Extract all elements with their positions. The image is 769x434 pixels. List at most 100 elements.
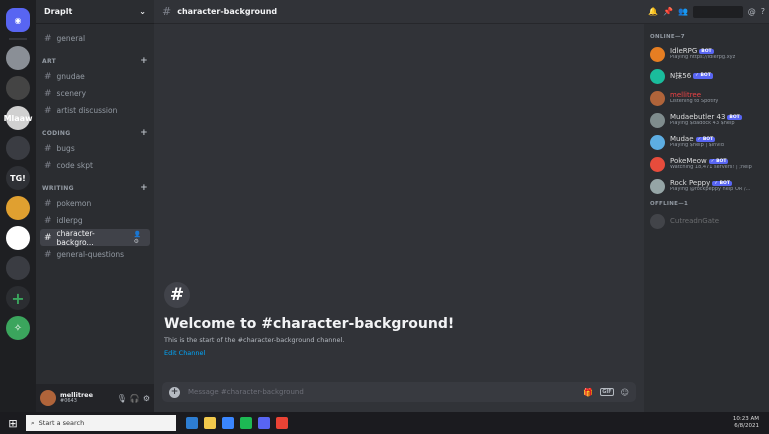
bot-badge: ✓ BOT: [712, 180, 732, 186]
channel-item[interactable]: # pokemon: [40, 195, 150, 212]
add-channel-icon[interactable]: +: [140, 56, 148, 66]
help-icon[interactable]: ?: [761, 7, 765, 16]
member-group-header: OFFLINE—1: [650, 201, 689, 207]
headphones-icon[interactable]: 🎧: [130, 394, 140, 403]
server-icon[interactable]: Mlaaw: [4, 106, 32, 130]
member-name-row: PokeMeow ✓ BOT: [670, 157, 752, 165]
pin-icon[interactable]: 📌: [663, 7, 673, 16]
member-item[interactable]: IdleRPG BOT Playing https://idlerpg.xyz: [648, 43, 765, 65]
hash-icon: #: [164, 282, 190, 308]
avatar: [650, 112, 665, 128]
guild-name: Draplt: [44, 7, 73, 16]
channel-item[interactable]: # bugs: [40, 140, 150, 157]
server-icon[interactable]: [6, 256, 30, 280]
members-icon[interactable]: 👥: [678, 7, 688, 16]
channel-name: gnudae: [56, 72, 85, 81]
category-header[interactable]: ART +: [42, 56, 148, 66]
message-list: # Welcome to #character-background! This…: [154, 24, 644, 382]
member-item[interactable]: CutreadnGate: [648, 210, 765, 232]
upload-plus-icon[interactable]: +: [169, 386, 180, 398]
discord-icon[interactable]: [258, 417, 270, 429]
microphone-icon[interactable]: 🎙: [117, 394, 127, 403]
message-input[interactable]: [188, 388, 576, 396]
server-icon[interactable]: [6, 46, 30, 70]
channel-list: # general ART + # gnudae # scenery # artist discu…: [36, 24, 154, 384]
taskbar-search[interactable]: ⌕ Start a search: [26, 415, 176, 431]
member-item[interactable]: mellitree Listening to Spotify: [648, 87, 765, 109]
taskbar-search-label: Start a search: [38, 419, 85, 427]
gear-icon[interactable]: ⚙: [143, 394, 150, 403]
gift-icon[interactable]: 🎁: [583, 388, 593, 397]
channel-item[interactable]: # artist discussion: [40, 102, 150, 119]
system-tray-clock[interactable]: 10:23 AM 6/8/2021: [733, 416, 765, 429]
add-server-icon[interactable]: +: [6, 286, 30, 310]
chevron-down-icon[interactable]: ⌄: [139, 7, 146, 16]
channel-item[interactable]: # general: [40, 30, 150, 47]
channel-item[interactable]: # scenery: [40, 85, 150, 102]
rail-separator: [9, 38, 27, 40]
bot-badge: ✓ BOT: [695, 136, 716, 142]
invite-settings-icon[interactable]: 👤⚙: [134, 231, 146, 245]
member-info: CutreadnGate: [670, 217, 719, 225]
channel-header: # character-background: [154, 0, 644, 24]
server-icon[interactable]: [6, 76, 30, 100]
search-input[interactable]: [692, 5, 743, 18]
channel-item[interactable]: # general-questions: [40, 246, 150, 263]
member-list: ONLINE—7 IdleRPG BOT Playing https://idlerp…: [644, 24, 769, 238]
hash-icon: #: [44, 232, 52, 243]
member-status: Playing @rockpeppy help OR /...: [670, 187, 751, 193]
member-status: Playing https://idlerpg.xyz: [670, 55, 736, 61]
bell-icon[interactable]: 🔔: [648, 7, 658, 16]
member-item[interactable]: Rock Peppy ✓ BOT Playing @rockpeppy help O…: [648, 175, 765, 197]
channel-item[interactable]: # gnudae: [40, 68, 150, 85]
server-icon[interactable]: [6, 136, 30, 160]
hash-icon: #: [162, 5, 172, 18]
gif-icon[interactable]: GIF: [600, 388, 614, 396]
member-status: Watching 18,471 servers! | ;help: [670, 165, 752, 171]
member-item[interactable]: Mudae ✓ BOT Playing $help | $invid: [648, 131, 765, 153]
edit-channel-link[interactable]: Edit Channel: [164, 349, 454, 357]
channel-name: general: [56, 34, 86, 43]
channel-item[interactable]: # code skpt: [40, 157, 150, 174]
member-info: PokeMeow ✓ BOT Watching 18,471 servers! | …: [670, 157, 752, 171]
bot-badge: BOT: [727, 114, 742, 120]
folder-icon[interactable]: [204, 417, 216, 429]
avatar[interactable]: [40, 390, 56, 406]
category-header[interactable]: CODING +: [42, 128, 148, 138]
server-rail: ◉ Mlaaw TG! + ✧: [0, 0, 36, 412]
channel-item[interactable]: # idlerpg: [40, 212, 150, 229]
member-name-row: mellitree: [670, 91, 718, 99]
compass-icon[interactable]: ✧: [6, 316, 30, 340]
hash-icon: #: [44, 143, 52, 154]
channel-item[interactable]: # character-backgro... 👤⚙: [40, 229, 150, 247]
add-channel-icon[interactable]: +: [140, 183, 148, 193]
member-name: Mudaebutler 43: [670, 113, 726, 122]
category-header[interactable]: WRITING +: [42, 183, 148, 193]
server-icon[interactable]: [6, 226, 30, 250]
store-icon[interactable]: [222, 417, 234, 429]
bot-badge: ✓ BOT: [708, 158, 729, 164]
member-status: Playing $help | $invid: [670, 143, 724, 149]
hash-icon: #: [44, 198, 52, 209]
member-item[interactable]: Mudaebutler 43 BOT Playing $dadock 43 $hel…: [648, 109, 765, 131]
member-item[interactable]: PokeMeow ✓ BOT Watching 18,471 servers! | …: [648, 153, 765, 175]
hash-icon: #: [44, 160, 52, 171]
bot-badge: ✓ BOT: [693, 73, 713, 79]
mention-icon[interactable]: @: [748, 7, 756, 16]
edge-icon[interactable]: [186, 417, 198, 429]
discord-home-icon[interactable]: ◉: [6, 8, 30, 32]
spotify-icon[interactable]: [240, 417, 252, 429]
server-icon[interactable]: [6, 196, 30, 220]
avatar: [650, 68, 665, 84]
add-channel-icon[interactable]: +: [140, 128, 148, 138]
member-info: mellitree Listening to Spotify: [670, 91, 718, 105]
welcome-title: Welcome to #character-background!: [164, 316, 455, 332]
member-item[interactable]: N抹56 ✓ BOT: [648, 65, 765, 87]
guild-header[interactable]: Draplt ⌄: [36, 0, 154, 24]
user-panel: mellitree #0643 🎙 🎧 ⚙: [36, 384, 154, 412]
windows-start-icon[interactable]: ⊞: [4, 417, 22, 430]
server-icon[interactable]: TG!: [6, 166, 30, 190]
member-name: Mudae: [670, 135, 694, 144]
emoji-icon[interactable]: ☺: [621, 388, 629, 397]
chrome-icon[interactable]: [276, 417, 288, 429]
